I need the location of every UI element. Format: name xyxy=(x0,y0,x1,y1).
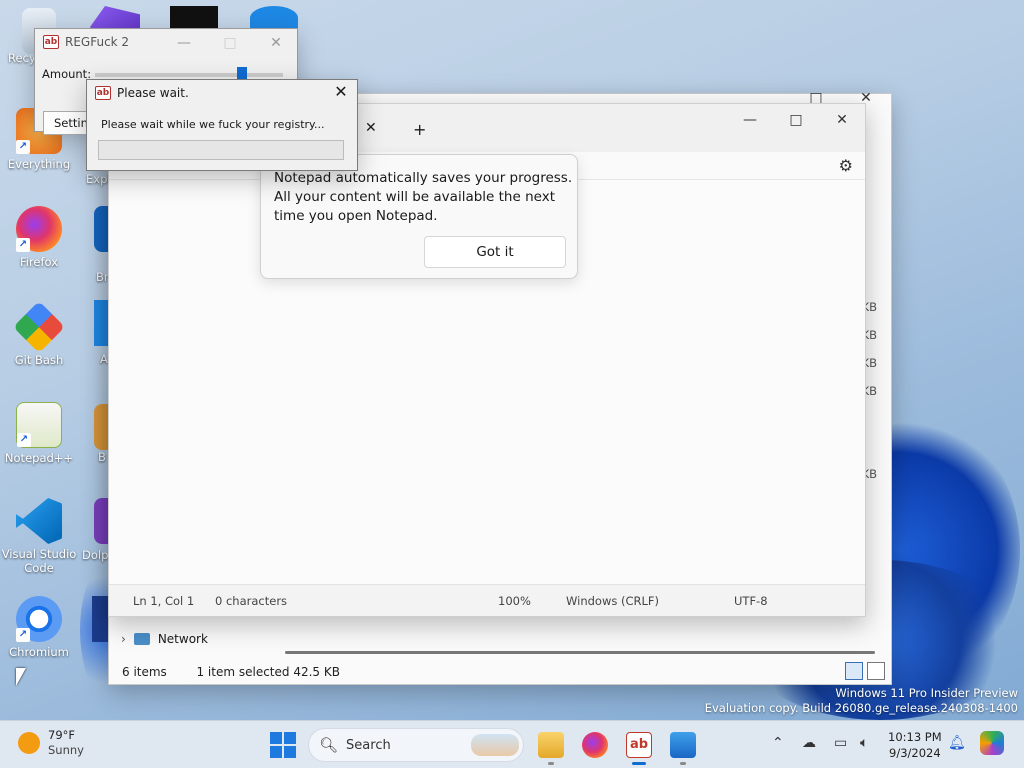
desktop-icon-firefox[interactable]: ↗ Firefox xyxy=(0,206,78,269)
item-count: 6 items xyxy=(122,665,167,679)
please-wait-dialog[interactable]: ab Please wait. ✕ Please wait while we f… xyxy=(86,79,358,171)
autosave-teaching-tip: Notepad automatically saves your progres… xyxy=(260,154,578,279)
mouse-cursor-icon xyxy=(16,668,26,686)
desktop-icon-label: Dolp xyxy=(82,548,109,562)
start-button[interactable] xyxy=(270,732,296,758)
nav-item-network[interactable]: › Network xyxy=(121,632,208,646)
copilot-icon[interactable] xyxy=(980,731,1004,755)
selection-info: 1 item selected 42.5 KB xyxy=(196,665,340,679)
close-icon[interactable]: ✕ xyxy=(261,31,291,55)
progress-bar xyxy=(98,140,344,160)
watermark-line2: Evaluation copy. Build 26080.ge_release.… xyxy=(704,701,1018,715)
regfuck-title-bar: ab REGFuck 2 xyxy=(43,35,129,49)
new-tab-icon[interactable]: + xyxy=(413,120,426,139)
cursor-position: Ln 1, Col 1 xyxy=(133,594,195,608)
close-icon[interactable]: ✕ xyxy=(827,108,857,132)
running-indicator xyxy=(548,762,554,765)
zoom-level[interactable]: 100% xyxy=(498,594,531,608)
app-icon: ab xyxy=(43,35,59,49)
desktop-icon-label: Git Bash xyxy=(14,353,64,367)
minimize-icon[interactable]: — xyxy=(735,108,765,132)
encoding[interactable]: UTF-8 xyxy=(734,594,768,608)
dialog-title-bar: ab Please wait. xyxy=(95,86,189,100)
desktop-icon-label: Expl xyxy=(86,172,111,186)
wait-message: Please wait while we fuck your registry.… xyxy=(101,118,325,131)
weather-condition: Sunny xyxy=(48,743,84,757)
regfuck-taskbar-icon[interactable]: ab xyxy=(626,732,652,758)
clock-time: 10:13 PM xyxy=(888,730,942,744)
desktop-icon-git-bash[interactable]: Git Bash xyxy=(0,300,78,367)
character-count: 0 characters xyxy=(215,594,288,608)
settings-gear-icon[interactable]: ⚙ xyxy=(839,156,853,175)
running-indicator xyxy=(680,762,686,765)
partial-icon[interactable] xyxy=(92,596,108,642)
desktop-icon-label: A xyxy=(100,352,108,366)
app-icon: ab xyxy=(95,86,111,100)
firefox-icon: ↗ xyxy=(16,206,62,252)
nav-item-label: Network xyxy=(157,632,208,646)
search-highlight-icon xyxy=(471,734,519,756)
volume-icon[interactable]: 🔈︎ xyxy=(860,735,868,751)
desktop-icon-label: Everything xyxy=(7,157,71,171)
system-clock[interactable]: 10:13 PM 9/3/2024 xyxy=(888,729,942,761)
weather-temp: 79°F xyxy=(48,728,75,742)
close-tab-icon[interactable]: ✕ xyxy=(365,120,377,136)
close-icon[interactable]: ✕ xyxy=(331,82,351,101)
chevron-up-icon[interactable]: ⌃ xyxy=(772,735,784,751)
desktop-icon-label: Notepad++ xyxy=(4,451,74,465)
maximize-icon[interactable]: □ xyxy=(215,31,245,55)
minimize-icon[interactable]: — xyxy=(169,31,199,55)
active-indicator xyxy=(632,762,646,765)
details-view-icon[interactable] xyxy=(845,662,863,680)
desktop-icon-notepadpp[interactable]: ↗ Notepad++ xyxy=(0,402,78,465)
cloud-offline-icon[interactable]: ☁ xyxy=(802,735,816,751)
amount-slider[interactable] xyxy=(95,73,283,77)
search-placeholder: Search xyxy=(346,737,391,753)
desktop-icon-label: B xyxy=(98,450,106,464)
clock-date: 9/3/2024 xyxy=(889,746,941,760)
line-ending[interactable]: Windows (CRLF) xyxy=(566,594,659,608)
edge-icon[interactable] xyxy=(250,6,298,30)
tiles-view-icon[interactable] xyxy=(867,662,885,680)
search-icon: 🔍︎ xyxy=(319,736,339,754)
network-icon xyxy=(133,633,150,645)
maximize-icon[interactable]: □ xyxy=(781,108,811,132)
notepad-taskbar-icon[interactable] xyxy=(670,732,696,758)
desktop-icon-vscode[interactable]: Visual Studio Code xyxy=(0,498,78,575)
explorer-status-bar: 6 items 1 item selected 42.5 KB xyxy=(122,665,340,679)
watermark-line1: Windows 11 Pro Insider Preview xyxy=(835,686,1018,700)
window-title: REGFuck 2 xyxy=(65,35,130,49)
weather-widget[interactable]: 79°F Sunny xyxy=(18,727,84,759)
notepad-status-bar: Ln 1, Col 1 0 characters 100% Windows (C… xyxy=(109,584,865,616)
notification-bell-icon[interactable]: 🔔︎ xyxy=(948,735,966,751)
view-toggle[interactable] xyxy=(845,662,885,680)
tip-message: Notepad automatically saves your progres… xyxy=(274,170,573,224)
sun-icon xyxy=(18,732,40,754)
horizontal-scrollbar[interactable] xyxy=(285,651,875,654)
dialog-title: Please wait. xyxy=(117,86,189,100)
desktop-icon-label: Visual Studio Code xyxy=(1,547,77,575)
file-explorer-icon[interactable] xyxy=(538,732,564,758)
notepadpp-icon: ↗ xyxy=(16,402,62,448)
vscode-icon xyxy=(16,498,62,544)
amount-label: Amount: xyxy=(42,67,92,81)
desktop-icon-label: Chromium xyxy=(9,645,69,659)
desktop-icon-chromium[interactable]: ↗ Chromium xyxy=(0,596,78,659)
desktop-icon-label: Br xyxy=(96,270,109,284)
git-bash-icon xyxy=(12,300,66,354)
taskbar: 79°F Sunny 🔍︎ Search ab ⌃ ☁ ▭ 🔈︎ 10:13 P… xyxy=(0,720,1024,768)
desktop-icon-label: Firefox xyxy=(19,255,59,269)
got-it-button[interactable]: Got it xyxy=(424,236,566,268)
firefox-taskbar-icon[interactable] xyxy=(582,732,608,758)
chromium-icon: ↗ xyxy=(16,596,62,642)
chevron-right-icon[interactable]: › xyxy=(121,632,126,646)
display-icon[interactable]: ▭ xyxy=(834,735,847,751)
search-box[interactable]: 🔍︎ Search xyxy=(308,728,524,762)
